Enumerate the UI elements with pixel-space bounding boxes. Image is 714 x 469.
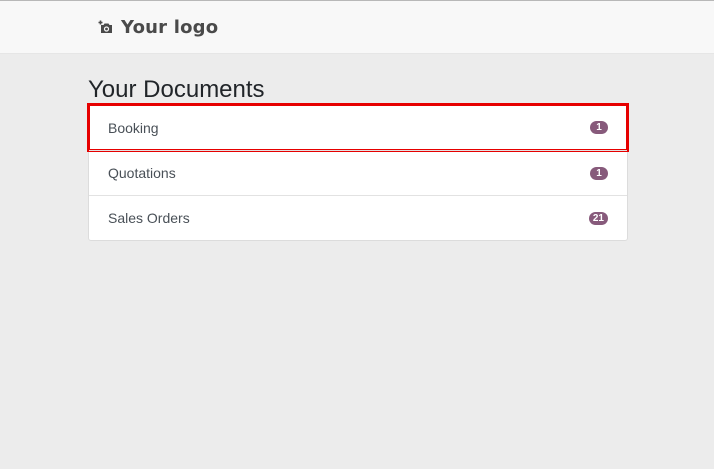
document-label: Sales Orders bbox=[108, 210, 190, 226]
document-count-badge: 1 bbox=[590, 121, 608, 134]
logo-text: Your logo bbox=[121, 17, 219, 38]
document-label: Quotations bbox=[108, 165, 176, 181]
document-count-badge: 21 bbox=[588, 211, 608, 225]
document-label: Booking bbox=[108, 119, 159, 136]
logo-link[interactable]: Your logo bbox=[97, 17, 218, 38]
document-item-booking[interactable]: Booking 1 bbox=[87, 103, 629, 152]
document-count-badge: 1 bbox=[590, 166, 608, 180]
document-item-quotations[interactable]: Quotations 1 bbox=[89, 150, 627, 195]
documents-list: Booking 1 Quotations 1 Sales Orders 21 bbox=[87, 103, 629, 241]
site-header: Your logo bbox=[0, 1, 714, 54]
document-item-sales-orders[interactable]: Sales Orders 21 bbox=[89, 195, 627, 240]
page-title: Your Documents bbox=[88, 76, 265, 103]
camera-icon bbox=[97, 19, 115, 37]
